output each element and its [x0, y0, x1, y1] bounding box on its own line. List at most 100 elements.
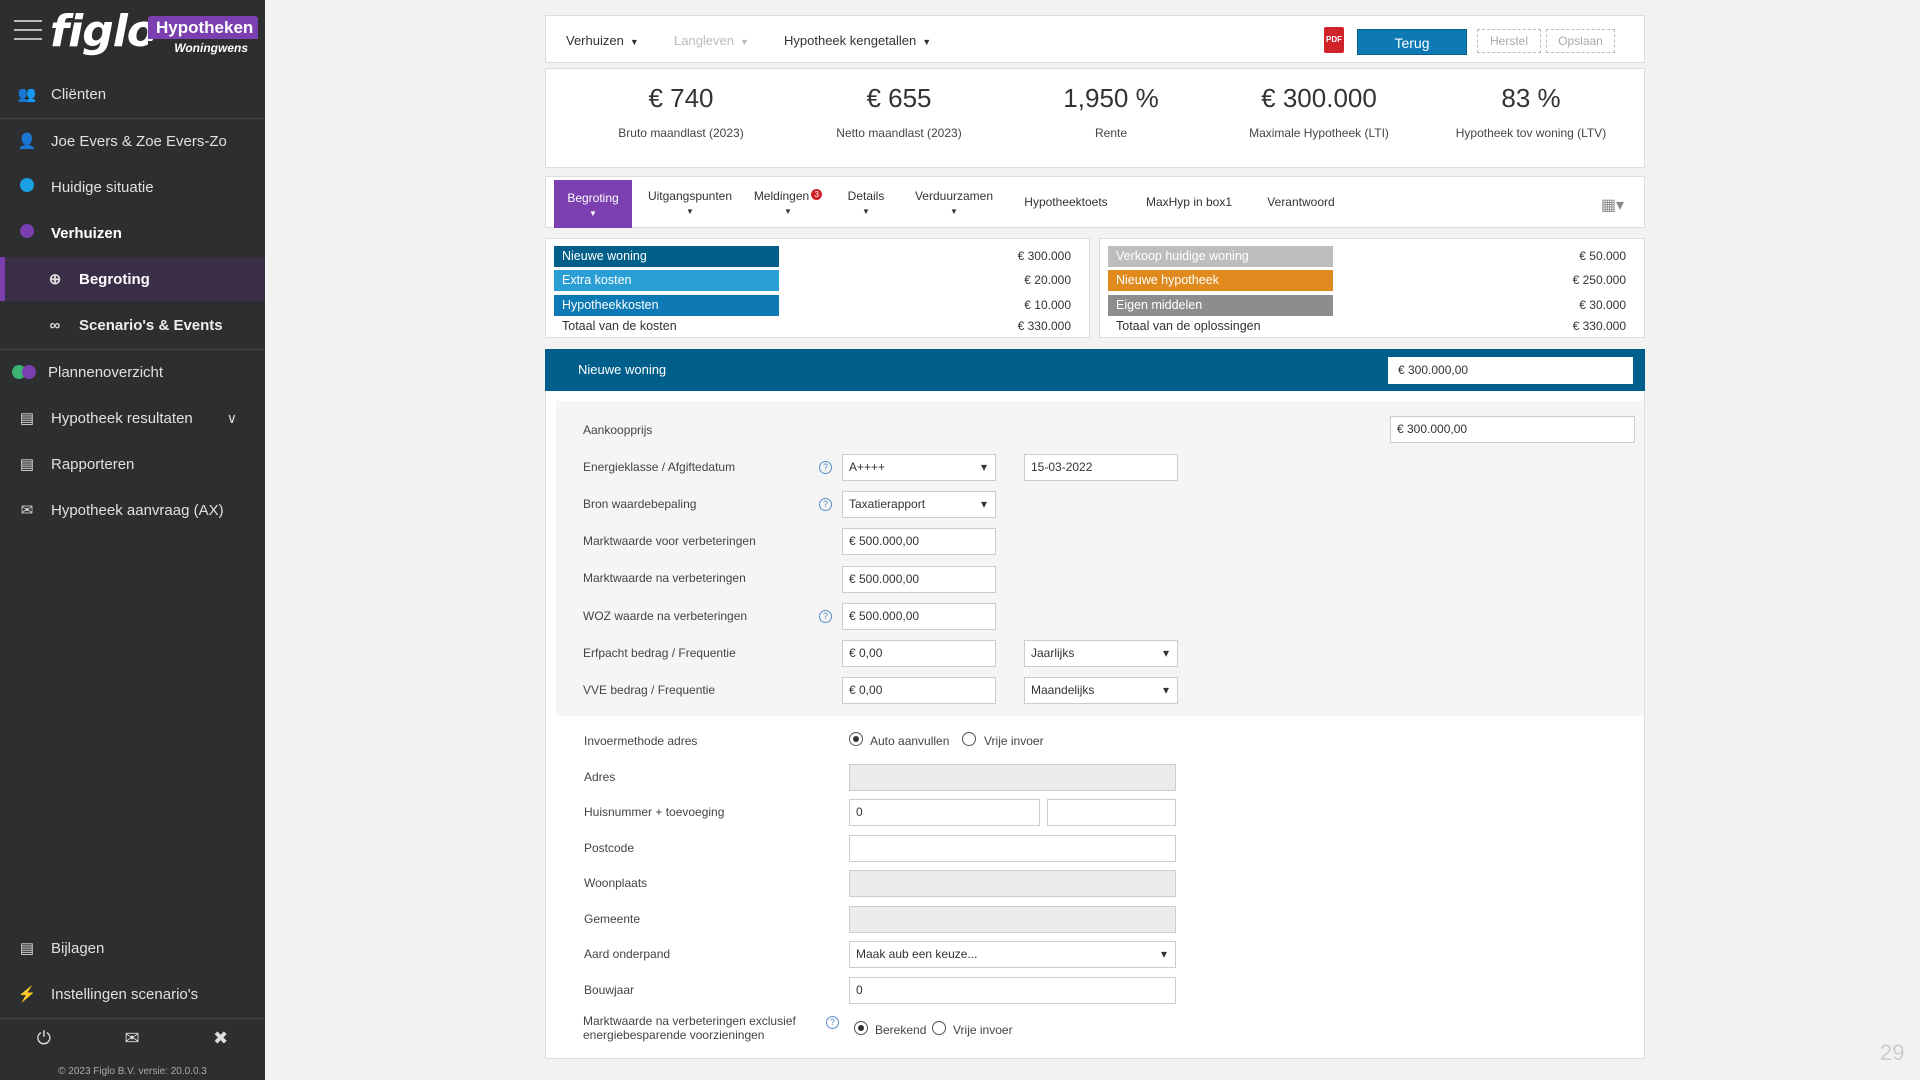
radio-berekend[interactable] — [854, 1021, 868, 1035]
herstel-button: Herstel — [1477, 29, 1541, 53]
grid-view-icon[interactable]: ▦▾ — [1601, 195, 1624, 215]
marktwaarde-na-input[interactable]: € 500.000,00 — [842, 566, 996, 593]
tab-maxhyp-box1[interactable]: MaxHyp in box1 — [1134, 177, 1244, 227]
kpi-netto-maandlast: € 655 Netto maandlast (2023) — [789, 83, 1009, 140]
kpi-panel: € 740 Bruto maandlast (2023) € 655 Netto… — [545, 68, 1645, 168]
pdf-icon[interactable]: PDF — [1324, 27, 1344, 53]
radio-auto-aanvullen[interactable] — [849, 732, 863, 746]
caret-down-icon: ▼ — [589, 208, 597, 218]
sidebar-item-clienten[interactable]: 👥 Cliënten — [0, 72, 265, 116]
aankoopprijs-input[interactable]: € 300.000,00 — [1390, 416, 1635, 443]
mail-icon[interactable]: ✉ — [125, 1028, 140, 1049]
woonplaats-input — [849, 870, 1176, 897]
vve-frequentie-select[interactable]: Maandelijks — [1024, 677, 1178, 704]
sidebar-item-label: Bijlagen — [51, 939, 105, 957]
kpi-label: Hypotheek tov woning (LTV) — [1455, 126, 1607, 140]
tab-meldingen[interactable]: Meldingen 3 ▼ — [748, 177, 828, 227]
sidebar-item-hypotheek-resultaten[interactable]: ▤ Hypotheek resultaten ∨ — [0, 396, 265, 440]
sidebar-item-label: Hypotheek resultaten — [51, 409, 193, 427]
menu-hypotheek-kengetallen[interactable]: Hypotheek kengetallen ▼ — [784, 33, 931, 48]
menu-verhuizen[interactable]: Verhuizen ▼ — [566, 33, 639, 48]
solution-value: € 50.000 — [1579, 249, 1626, 263]
cost-row[interactable]: Extra kosten € 20.000 — [546, 270, 1091, 291]
erfpacht-label: Erfpacht bedrag / Frequentie — [583, 646, 736, 660]
sidebar-item-label: Rapporteren — [51, 455, 135, 473]
sidebar-item-bijlagen[interactable]: ▤ Bijlagen — [0, 926, 265, 970]
tab-uitgangspunten[interactable]: Uitgangspunten ▼ — [642, 177, 738, 227]
sidebar-item-plannenoverzicht[interactable]: Plannenoverzicht — [0, 350, 265, 394]
solution-row[interactable]: Eigen middelen € 30.000 — [1100, 295, 1646, 316]
solution-row[interactable]: Verkoop huidige woning € 50.000 — [1100, 246, 1646, 267]
postcode-input[interactable] — [849, 835, 1176, 862]
radio-label: Vrije invoer — [984, 734, 1044, 748]
caret-down-icon: ▼ — [862, 206, 870, 216]
toevoeging-input[interactable] — [1047, 799, 1176, 826]
hamburger-menu-icon[interactable] — [14, 20, 42, 42]
radio-label: Vrije invoer — [953, 1023, 1013, 1037]
sidebar-item-label: Verhuizen — [51, 224, 122, 242]
kpi-rente: 1,950 % Rente — [1001, 83, 1221, 140]
power-icon[interactable]: ⏻ — [37, 1028, 51, 1049]
help-icon[interactable]: ? — [819, 461, 832, 474]
sidebar-item-begroting[interactable]: ⊕ Begroting — [0, 257, 265, 301]
terug-button[interactable]: Terug — [1357, 29, 1467, 55]
sidebar-header: figlo Hypotheken Woningwens — [0, 0, 265, 64]
help-icon[interactable]: ? — [819, 498, 832, 511]
sidebar-item-label: Hypotheek aanvraag (AX) — [51, 501, 224, 519]
tab-begroting[interactable]: Begroting ▼ — [554, 180, 632, 228]
kpi-value: € 740 — [648, 83, 714, 113]
sidebar-item-client-name[interactable]: 👤 Joe Evers & Zoe Evers-Zo — [0, 119, 265, 163]
tools-icon[interactable]: ✖ — [213, 1028, 228, 1049]
aankoopprijs-label: Aankoopprijs — [583, 423, 653, 437]
chevron-down-icon[interactable]: ∨ — [227, 410, 237, 427]
section-header-nieuwe-woning[interactable]: Nieuwe woning € 300.000,00 — [545, 349, 1645, 391]
caret-down-icon: ▼ — [922, 37, 932, 47]
bouwjaar-input[interactable]: 0 — [849, 977, 1176, 1004]
chart-icon: ▤ — [19, 410, 35, 427]
section-total-input[interactable]: € 300.000,00 — [1388, 357, 1633, 384]
radio-vrije-invoer-mw[interactable] — [932, 1021, 946, 1035]
afgiftedatum-input[interactable]: 15-03-2022 — [1024, 454, 1178, 481]
sidebar-item-rapporteren[interactable]: ▤ Rapporteren — [0, 442, 265, 486]
tab-hypotheektoets[interactable]: Hypotheektoets — [1016, 177, 1116, 227]
kpi-maximale-hypotheek: € 300.000 Maximale Hypotheek (LTI) — [1209, 83, 1429, 140]
caret-down-icon: ▼ — [629, 37, 639, 47]
solution-label: Nieuwe hypotheek — [1108, 270, 1333, 291]
energieklasse-select[interactable]: A++++ — [842, 454, 996, 481]
radio-vrije-invoer[interactable] — [962, 732, 976, 746]
woz-input[interactable]: € 500.000,00 — [842, 603, 996, 630]
tab-verduurzamen[interactable]: Verduurzamen ▼ — [906, 177, 1002, 227]
cost-row[interactable]: Hypotheekkosten € 10.000 — [546, 295, 1091, 316]
caret-down-icon: ▼ — [950, 206, 958, 216]
sidebar-item-verhuizen[interactable]: Verhuizen — [0, 211, 265, 255]
erfpacht-frequentie-select[interactable]: Jaarlijks — [1024, 640, 1178, 667]
sidebar-item-scenarios-events[interactable]: ∞ Scenario's & Events — [0, 303, 265, 347]
woz-label: WOZ waarde na verbeteringen — [583, 609, 748, 623]
gemeente-label: Gemeente — [584, 912, 641, 926]
energieklasse-label: Energieklasse / Afgiftedatum — [583, 460, 736, 474]
cost-total-value: € 330.000 — [1017, 319, 1071, 333]
solution-row[interactable]: Nieuwe hypotheek € 250.000 — [1100, 270, 1646, 291]
sidebar-item-hypotheek-aanvraag[interactable]: ✉ Hypotheek aanvraag (AX) — [0, 488, 265, 532]
sidebar-item-instellingen-scenarios[interactable]: ⚡ Instellingen scenario's — [0, 972, 265, 1016]
users-icon: 👥 — [17, 86, 37, 103]
form-grey-block — [556, 401, 1644, 716]
kpi-value: € 655 — [866, 83, 932, 113]
solution-value: € 250.000 — [1572, 273, 1626, 287]
bron-waardebepaling-select[interactable]: Taxatierapport — [842, 491, 996, 518]
huisnummer-input[interactable]: 0 — [849, 799, 1040, 826]
tab-verantwoord[interactable]: Verantwoord — [1256, 177, 1346, 227]
sidebar-item-huidige-situatie[interactable]: Huidige situatie — [0, 165, 265, 209]
marktwaarde-voor-input[interactable]: € 500.000,00 — [842, 528, 996, 555]
tab-details[interactable]: Details ▼ — [838, 177, 894, 227]
aard-onderpand-select[interactable]: Maak aub een keuze... — [849, 941, 1176, 968]
help-icon[interactable]: ? — [826, 1016, 839, 1029]
cost-row[interactable]: Nieuwe woning € 300.000 — [546, 246, 1091, 267]
opslaan-button: Opslaan — [1546, 29, 1615, 53]
caret-down-icon: ▼ — [784, 206, 792, 216]
erfpacht-input[interactable]: € 0,00 — [842, 640, 996, 667]
product-subtitle: Woningwens — [148, 41, 258, 55]
vve-label: VVE bedrag / Frequentie — [583, 683, 716, 697]
help-icon[interactable]: ? — [819, 610, 832, 623]
vve-input[interactable]: € 0,00 — [842, 677, 996, 704]
